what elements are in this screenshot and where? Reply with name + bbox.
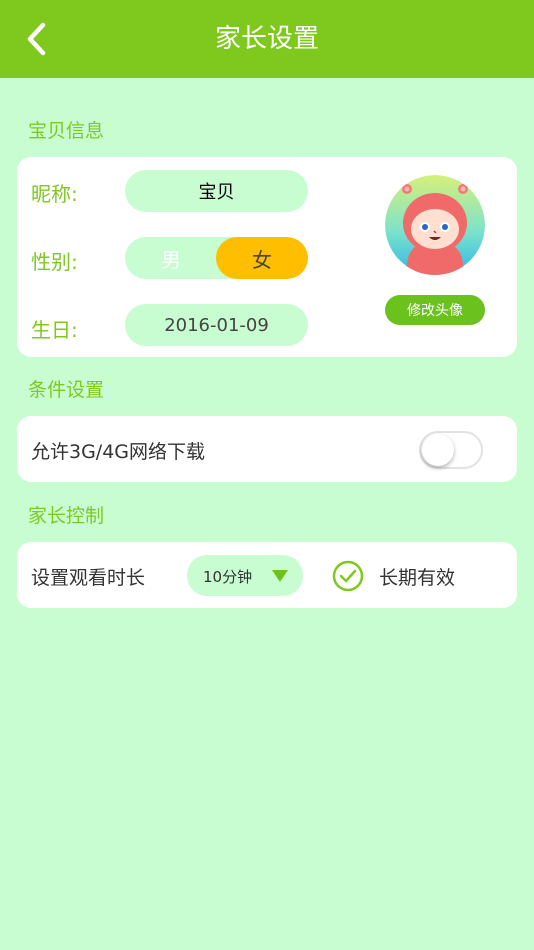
section-title-baby-info: 宝贝信息 (28, 120, 105, 142)
cartoon-avatar-icon (385, 175, 485, 275)
gender-female-option[interactable]: 女 (216, 237, 308, 279)
checkmark-circle-icon[interactable] (332, 560, 364, 592)
long-term-label: 长期有效 (379, 567, 456, 589)
duration-value: 10分钟 (203, 568, 253, 586)
triangle-down-icon (272, 570, 288, 582)
birthday-label: 生日: (31, 318, 78, 342)
toggle-knob (422, 434, 454, 466)
gender-label: 性别: (31, 250, 78, 274)
change-avatar-button[interactable]: 修改头像 (385, 295, 485, 325)
nickname-label: 昵称: (31, 182, 78, 206)
avatar[interactable] (385, 175, 485, 275)
nickname-field[interactable]: 宝贝 (125, 170, 308, 212)
page-title: 家长设置 (214, 24, 319, 54)
back-button[interactable] (18, 20, 54, 58)
chevron-left-icon (27, 22, 46, 56)
parent-control-card: 设置观看时长 10分钟 长期有效 (17, 542, 517, 608)
section-title-conditions: 条件设置 (28, 379, 105, 401)
gender-male-option[interactable]: 男 (125, 237, 217, 279)
gender-selector: 男 女 (125, 237, 308, 279)
section-title-parent-control: 家长控制 (28, 505, 105, 527)
conditions-card: 允许3G/4G网络下载 (17, 416, 517, 482)
birthday-field[interactable]: 2016-01-09 (125, 304, 308, 346)
network-download-toggle[interactable] (419, 431, 483, 469)
top-navigation-bar: 家长设置 (0, 0, 534, 78)
duration-dropdown[interactable]: 10分钟 (187, 555, 303, 596)
watch-duration-label: 设置观看时长 (31, 567, 146, 589)
baby-info-card: 昵称: 宝贝 性别: 男 女 生日: 2016-01-09 修改头像 (17, 157, 517, 357)
network-download-label: 允许3G/4G网络下载 (31, 441, 206, 463)
